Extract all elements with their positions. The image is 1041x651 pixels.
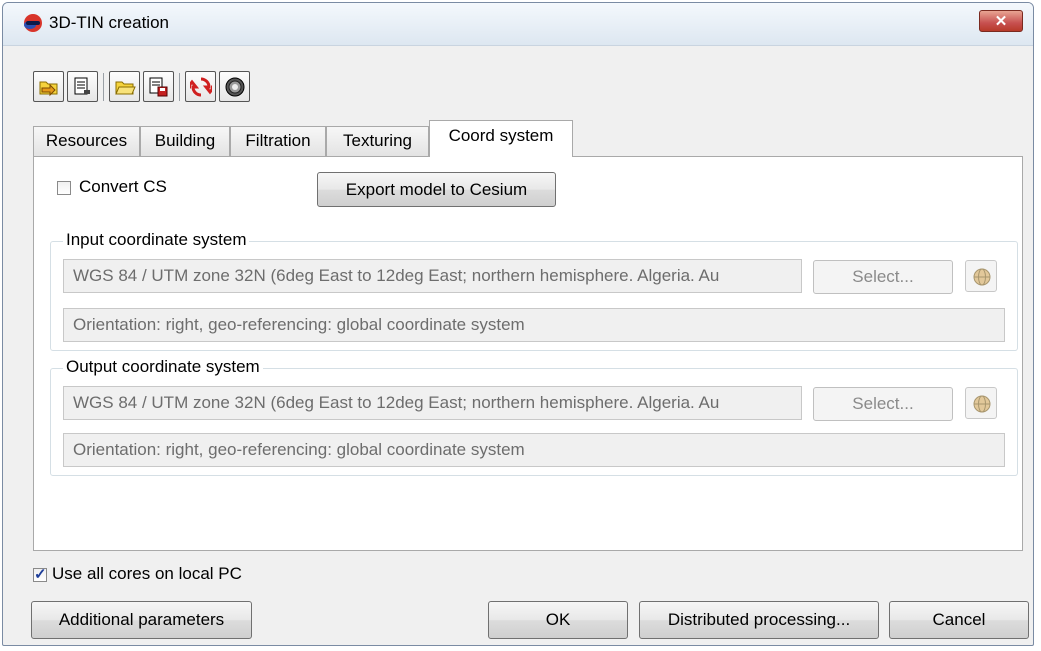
additional-parameters-button[interactable]: Additional parameters: [31, 601, 252, 639]
output-cs-field: WGS 84 / UTM zone 32N (6deg East to 12de…: [63, 386, 802, 420]
tab-filtration[interactable]: Filtration: [230, 126, 326, 156]
output-select-button[interactable]: Select...: [813, 387, 953, 421]
convert-cs-checkbox[interactable]: [57, 181, 71, 195]
close-icon: ✕: [994, 13, 1008, 30]
refresh-button[interactable]: [185, 71, 216, 102]
open-folder-button[interactable]: [109, 71, 140, 102]
save-settings-button[interactable]: [67, 71, 98, 102]
output-globe-button[interactable]: [965, 387, 997, 419]
save-file-button[interactable]: [143, 71, 174, 102]
tab-building[interactable]: Building: [140, 126, 230, 156]
globe-icon: [973, 268, 991, 286]
output-orientation-field: Orientation: right, geo-referencing: glo…: [63, 433, 1005, 467]
open-folder-icon: [115, 81, 136, 95]
title-bar[interactable]: 3D-TIN creation ✕: [3, 3, 1033, 46]
app-logo-icon: [24, 14, 42, 32]
coord-system-panel: Convert CS Export model to Cesium Input …: [33, 156, 1023, 551]
save-document-arrow-icon: [74, 77, 90, 95]
input-cs-field: WGS 84 / UTM zone 32N (6deg East to 12de…: [63, 259, 802, 293]
reset-settings-icon: [225, 77, 245, 97]
tab-texturing[interactable]: Texturing: [326, 126, 429, 156]
use-all-cores-checkbox[interactable]: [33, 565, 47, 583]
input-cs-group: Input coordinate system WGS 84 / UTM zon…: [50, 230, 1018, 351]
output-cs-group: Output coordinate system WGS 84 / UTM zo…: [50, 357, 1018, 476]
output-cs-title: Output coordinate system: [63, 357, 263, 377]
tab-resources[interactable]: Resources: [33, 126, 140, 156]
save-floppy-icon: [149, 77, 168, 97]
distributed-processing-button[interactable]: Distributed processing...: [639, 601, 879, 639]
use-all-cores-label: Use all cores on local PC: [52, 564, 242, 583]
input-globe-button[interactable]: [965, 260, 997, 292]
refresh-icon: [190, 77, 212, 97]
open-folder-arrow-icon: [39, 81, 58, 97]
toolbar-separator: [179, 73, 180, 101]
convert-cs-label: Convert CS: [79, 177, 167, 196]
input-cs-title: Input coordinate system: [63, 230, 250, 250]
dialog-window: 3D-TIN creation ✕ Resources Building Fil…: [2, 2, 1034, 646]
input-select-button[interactable]: Select...: [813, 260, 953, 294]
input-orientation-field: Orientation: right, geo-referencing: glo…: [63, 308, 1005, 342]
load-settings-button[interactable]: [33, 71, 64, 102]
window-title: 3D-TIN creation: [49, 13, 169, 32]
globe-icon: [973, 395, 991, 413]
ok-button[interactable]: OK: [488, 601, 628, 639]
toolbar-separator: [103, 73, 104, 101]
cancel-button[interactable]: Cancel: [889, 601, 1029, 639]
reset-settings-button[interactable]: [219, 71, 250, 102]
export-cesium-button[interactable]: Export model to Cesium: [317, 172, 556, 207]
close-button[interactable]: ✕: [979, 10, 1023, 32]
tab-coord-system[interactable]: Coord system: [429, 120, 573, 157]
